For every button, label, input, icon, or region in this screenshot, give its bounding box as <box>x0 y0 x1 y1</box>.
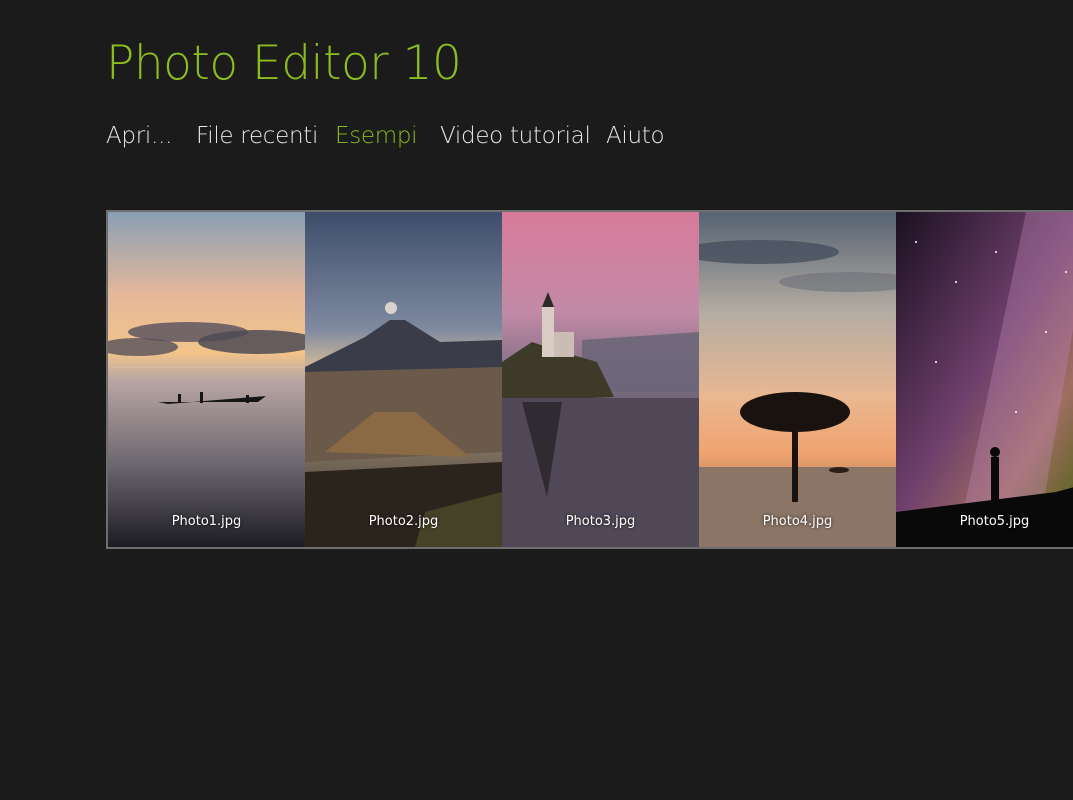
photo-5-image <box>896 212 1073 547</box>
photo-1-label: Photo1.jpg <box>171 514 242 529</box>
nav-examples[interactable]: Esempi <box>335 118 418 154</box>
nav-help[interactable]: Aiuto <box>606 118 665 154</box>
nav-video-tutorial[interactable]: Video tutorial <box>440 118 591 154</box>
photo-5-label: Photo5.jpg <box>959 514 1030 529</box>
photo-3-image <box>502 212 699 547</box>
photo-4-label: Photo4.jpg <box>762 514 833 529</box>
photo-tile-2[interactable]: Photo2.jpg <box>305 212 503 547</box>
photo-2-image <box>305 212 502 547</box>
sample-gallery: Photo1.jpg Photo2.jpg Photo3.jpg Photo4.… <box>106 210 1073 549</box>
nav-open[interactable]: Apri... <box>106 118 172 154</box>
photo-tile-5[interactable]: Photo5.jpg <box>896 212 1073 547</box>
photo-tile-3[interactable]: Photo3.jpg <box>502 212 700 547</box>
photo-2-label: Photo2.jpg <box>368 514 439 529</box>
photo-tile-4[interactable]: Photo4.jpg <box>699 212 897 547</box>
photo-3-label: Photo3.jpg <box>565 514 636 529</box>
photo-1-image <box>108 212 305 547</box>
photo-4-image <box>699 212 896 547</box>
photo-tile-1[interactable]: Photo1.jpg <box>108 212 306 547</box>
app-title: Photo Editor 10 <box>106 36 462 91</box>
nav-recent-files[interactable]: File recenti <box>196 118 318 154</box>
